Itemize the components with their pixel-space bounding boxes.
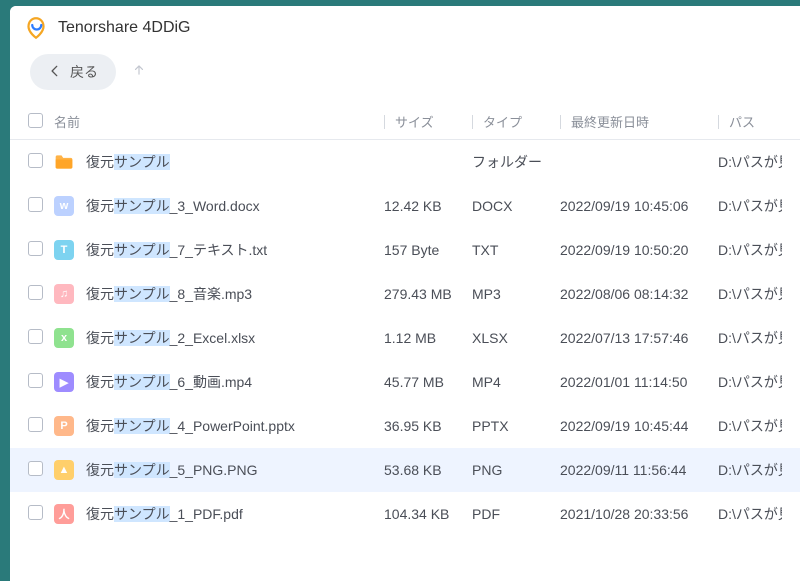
file-path: D:\パスが見: [718, 196, 782, 216]
header-checkbox-cell: [28, 113, 54, 131]
file-size: 36.95 KB: [384, 418, 472, 434]
file-type: フォルダー: [472, 152, 560, 172]
file-type-icon: x: [54, 328, 74, 348]
file-path: D:\パスが見: [718, 504, 782, 524]
file-name: 復元サンプル_6_動画.mp4: [86, 372, 252, 392]
select-all-checkbox[interactable]: [28, 113, 43, 128]
file-date: 2022/07/13 17:57:46: [560, 330, 718, 346]
file-path: D:\パスが見: [718, 328, 782, 348]
header-size[interactable]: サイズ: [384, 112, 472, 131]
row-checkbox[interactable]: [28, 505, 43, 520]
row-checkbox[interactable]: [28, 285, 43, 300]
file-type-icon: ♫: [54, 284, 74, 304]
header-type[interactable]: タイプ: [472, 112, 560, 131]
file-date: 2022/01/01 11:14:50: [560, 374, 718, 390]
file-name: 復元サンプル_5_PNG.PNG: [86, 460, 258, 480]
file-date: 2022/09/19 10:45:44: [560, 418, 718, 434]
file-type: TXT: [472, 242, 560, 258]
file-date: 2022/09/19 10:50:20: [560, 242, 718, 258]
file-name: 復元サンプル_8_音楽.mp3: [86, 284, 252, 304]
file-type: PPTX: [472, 418, 560, 434]
row-checkbox[interactable]: [28, 153, 43, 168]
file-type-icon: T: [54, 240, 74, 260]
file-path: D:\パスが見: [718, 284, 782, 304]
table-row[interactable]: T 復元サンプル_7_テキスト.txt 157 ByteTXT2022/09/19 …: [10, 228, 800, 272]
file-type: XLSX: [472, 330, 560, 346]
file-type: MP3: [472, 286, 560, 302]
toolbar: 戻る: [10, 44, 800, 104]
back-button[interactable]: 戻る: [30, 54, 116, 90]
file-size: 45.77 MB: [384, 374, 472, 390]
row-checkbox[interactable]: [28, 241, 43, 256]
file-size: 279.43 MB: [384, 286, 472, 302]
file-type-icon: P: [54, 416, 74, 436]
file-path: D:\パスが見: [718, 460, 782, 480]
table-row[interactable]: ▲ 復元サンプル_5_PNG.PNG 53.68 KBPNG2022/09/11 1…: [10, 448, 800, 492]
file-list: 復元サンプル フォルダー D:\パスが見 w 復元サンプル_3_Word.docx 12.…: [10, 140, 800, 581]
file-size: 1.12 MB: [384, 330, 472, 346]
row-checkbox[interactable]: [28, 373, 43, 388]
file-name: 復元サンプル_4_PowerPoint.pptx: [86, 416, 295, 436]
row-checkbox[interactable]: [28, 197, 43, 212]
table-row[interactable]: x 復元サンプル_2_Excel.xlsx 1.12 MBXLSX2022/07/1…: [10, 316, 800, 360]
file-name: 復元サンプル_1_PDF.pdf: [86, 504, 243, 524]
table-row[interactable]: 復元サンプル フォルダー D:\パスが見: [10, 140, 800, 184]
file-path: D:\パスが見: [718, 152, 782, 172]
table-row[interactable]: 人復元サンプル_1_PDF.pdf 104.34 KBPDF2021/10/28 …: [10, 492, 800, 536]
table-row[interactable]: ♫ 復元サンプル_8_音楽.mp3 279.43 MBMP32022/08/06 0…: [10, 272, 800, 316]
header-name[interactable]: 名前: [54, 112, 384, 131]
file-date: 2022/08/06 08:14:32: [560, 286, 718, 302]
back-arrow-icon: [48, 64, 62, 81]
file-type-icon: ▲: [54, 460, 74, 480]
row-checkbox[interactable]: [28, 329, 43, 344]
file-size: 53.68 KB: [384, 462, 472, 478]
file-type: DOCX: [472, 198, 560, 214]
file-path: D:\パスが見: [718, 416, 782, 436]
table-row[interactable]: ▶ 復元サンプル_6_動画.mp4 45.77 MBMP42022/01/01 11…: [10, 360, 800, 404]
file-date: 2022/09/19 10:45:06: [560, 198, 718, 214]
row-checkbox[interactable]: [28, 417, 43, 432]
folder-icon: [54, 153, 74, 171]
table-header: 名前 サイズ タイプ 最終更新日時 パス: [10, 104, 800, 140]
row-checkbox[interactable]: [28, 461, 43, 476]
file-name: 復元サンプル_2_Excel.xlsx: [86, 328, 255, 348]
file-size: 157 Byte: [384, 242, 472, 258]
file-name: 復元サンプル: [86, 152, 170, 172]
header-modified[interactable]: 最終更新日時: [560, 112, 718, 131]
file-type: MP4: [472, 374, 560, 390]
file-date: 2021/10/28 20:33:56: [560, 506, 718, 522]
back-button-label: 戻る: [70, 62, 98, 82]
file-type: PNG: [472, 462, 560, 478]
app-window: Tenorshare 4DDiG 戻る 名前 サイズ タイプ 最終更新日時 パス…: [10, 6, 800, 581]
file-name: 復元サンプル_7_テキスト.txt: [86, 240, 267, 260]
file-type: PDF: [472, 506, 560, 522]
header-path[interactable]: パス: [718, 112, 782, 131]
file-type-icon: ▶: [54, 372, 74, 392]
file-name: 復元サンプル_3_Word.docx: [86, 196, 260, 216]
file-size: 12.42 KB: [384, 198, 472, 214]
app-logo-icon: [24, 16, 48, 40]
app-title: Tenorshare 4DDiG: [58, 19, 191, 37]
file-date: 2022/09/11 11:56:44: [560, 462, 718, 478]
file-type-icon: w: [54, 196, 74, 216]
file-size: 104.34 KB: [384, 506, 472, 522]
table-row[interactable]: w 復元サンプル_3_Word.docx 12.42 KBDOCX2022/09/1…: [10, 184, 800, 228]
file-path: D:\パスが見: [718, 240, 782, 260]
titlebar: Tenorshare 4DDiG: [10, 6, 800, 44]
file-type-icon: 人: [54, 504, 74, 524]
up-button[interactable]: [132, 63, 146, 81]
table-row[interactable]: P 復元サンプル_4_PowerPoint.pptx 36.95 KBPPTX202…: [10, 404, 800, 448]
file-path: D:\パスが見: [718, 372, 782, 392]
